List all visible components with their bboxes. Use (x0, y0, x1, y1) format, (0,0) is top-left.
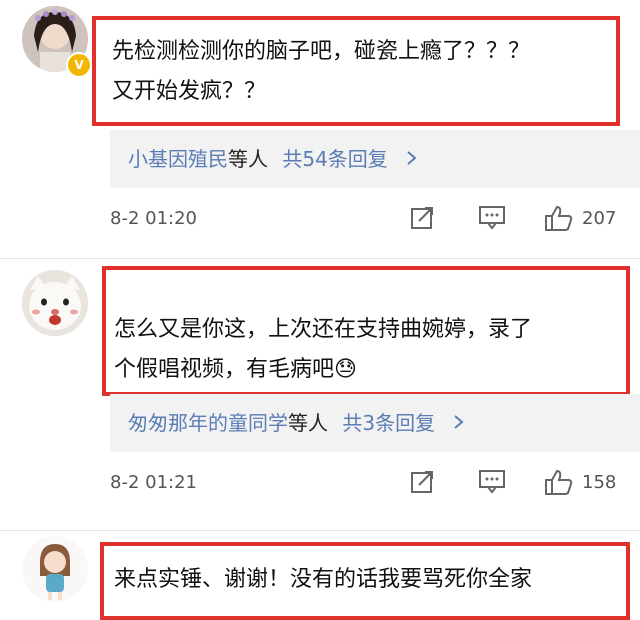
divider (0, 258, 640, 259)
thumbs-up-icon[interactable] (544, 204, 578, 234)
reply-count[interactable]: 共54条回复 (282, 147, 387, 171)
reply-names[interactable]: 小基因殖民 (128, 147, 228, 171)
comment-item: V 先检测检测你的脑子吧，碰瓷上瘾了？？？ 又开始发疯？？ 小基因殖民等人 共5… (0, 0, 640, 256)
comment-text: 来点实锤、谢谢！没有的话我要骂死你全家 (114, 567, 533, 592)
reply-etc: 等人 (228, 147, 268, 171)
like-count: 207 (582, 208, 617, 229)
chevron-right-icon (453, 394, 465, 452)
verified-badge: V (66, 52, 92, 78)
comment-highlight: 怎么又是你这，上次还在支持曲婉婷，录了 个假唱视频，有毛病吧😓 (102, 266, 630, 396)
comment-item: 怎么又是你这，上次还在支持曲婉婷，录了 个假唱视频，有毛病吧😓 匆匆那年的童同学… (0, 260, 640, 530)
reply-summary[interactable]: 小基因殖民等人 共54条回复 (110, 130, 640, 188)
reply-etc: 等人 (288, 411, 328, 435)
comment-text: 怎么又是你这，上次还在支持曲婉婷，录了 个假唱视频，有毛病吧😓 (114, 317, 533, 382)
comment-icon[interactable] (478, 204, 512, 234)
avatar[interactable] (22, 536, 88, 602)
timestamp: 8-2 01:21 (110, 472, 197, 493)
reply-names[interactable]: 匆匆那年的童同学 (128, 411, 288, 435)
reply-count[interactable]: 共3条回复 (342, 411, 435, 435)
comment-meta: 8-2 01:20 207 (110, 200, 630, 240)
avatar-image (22, 270, 88, 336)
timestamp: 8-2 01:20 (110, 208, 197, 229)
comment-highlight: 先检测检测你的脑子吧，碰瓷上瘾了？？？ 又开始发疯？？ (92, 16, 620, 126)
share-icon[interactable] (410, 468, 444, 498)
comment-highlight: 来点实锤、谢谢！没有的话我要骂死你全家 (100, 542, 630, 620)
avatar[interactable] (22, 270, 88, 336)
comment-icon[interactable] (478, 468, 512, 498)
share-icon[interactable] (410, 204, 444, 234)
reply-summary[interactable]: 匆匆那年的童同学等人 共3条回复 (110, 394, 640, 452)
comment-item: 来点实锤、谢谢！没有的话我要骂死你全家 (0, 530, 640, 620)
like-count: 158 (582, 472, 617, 493)
comment-meta: 8-2 01:21 158 (110, 464, 630, 504)
comment-text: 先检测检测你的脑子吧，碰瓷上瘾了？？？ 又开始发疯？？ (112, 39, 531, 104)
thumbs-up-icon[interactable] (544, 468, 578, 498)
avatar-image (22, 536, 88, 602)
chevron-right-icon (406, 130, 418, 188)
